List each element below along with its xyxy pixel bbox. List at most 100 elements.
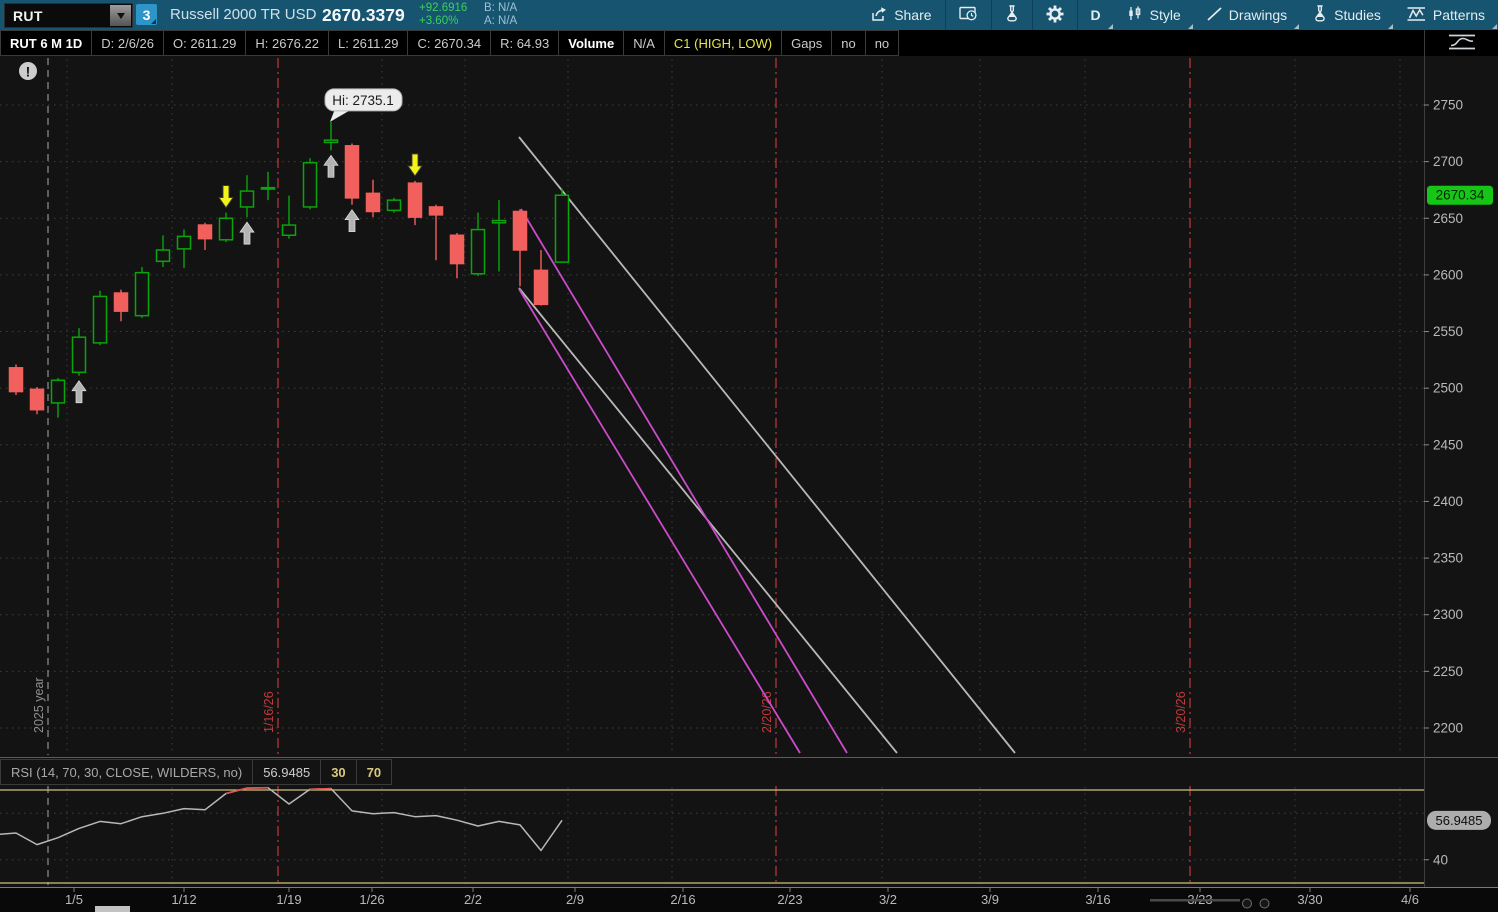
time-tick-label: 2/9 <box>566 892 584 907</box>
trend-arrow-up-icon <box>240 222 254 244</box>
drawings-label: Drawings <box>1229 7 1287 23</box>
candle[interactable] <box>556 195 569 262</box>
patterns-button[interactable]: Patterns <box>1394 0 1498 30</box>
price-change: +92.6916 +3.60% <box>419 2 467 28</box>
drawing-line-icon <box>1207 7 1222 24</box>
candle[interactable] <box>472 230 485 274</box>
trend-arrow-down-icon <box>408 154 422 176</box>
price-tick-label: 2350 <box>1433 551 1463 566</box>
bid-ask: B: N/A A: N/A <box>484 2 517 28</box>
settings-gear-button[interactable] <box>1033 0 1077 30</box>
candle[interactable] <box>31 389 44 409</box>
symbol-input[interactable]: RUT <box>4 3 133 28</box>
studies-button[interactable]: Studies <box>1300 0 1394 30</box>
volume-value: N/A <box>623 30 665 56</box>
gaps-toggle[interactable]: Gaps <box>781 30 832 56</box>
rsi-line[interactable] <box>0 788 562 851</box>
candle[interactable] <box>241 191 254 207</box>
candle[interactable] <box>535 270 548 304</box>
candle[interactable] <box>367 193 380 211</box>
ohlc-high: H: 2676.22 <box>245 30 329 56</box>
candle[interactable] <box>304 163 317 207</box>
bid-value: B: N/A <box>484 2 517 15</box>
candle[interactable] <box>409 183 422 217</box>
time-tick-label: 3/30 <box>1297 892 1322 907</box>
rsi-oversold-level[interactable]: 30 <box>320 759 356 785</box>
rsi-value-badge-text: 56.9485 <box>1436 813 1483 828</box>
event-line-label: 2025 year <box>32 677 46 733</box>
compare-c1-toggle[interactable]: C1 (HIGH, LOW) <box>664 30 782 56</box>
symbol-value: RUT <box>5 8 109 24</box>
trendline-drawing[interactable] <box>519 137 1015 753</box>
time-tick-label: 3/16 <box>1085 892 1110 907</box>
gaps-option-2[interactable]: no <box>865 30 899 56</box>
candle[interactable] <box>493 221 506 223</box>
candle[interactable] <box>514 211 527 250</box>
style-label: Style <box>1150 7 1181 23</box>
candle[interactable] <box>220 218 233 240</box>
price-tick-label: 2600 <box>1433 267 1463 282</box>
patterns-icon <box>1407 6 1426 25</box>
gear-icon <box>1046 5 1064 26</box>
trend-arrow-up-icon <box>72 381 86 403</box>
analyze-flask-button[interactable] <box>992 0 1032 30</box>
candle[interactable] <box>262 188 275 189</box>
candle[interactable] <box>94 296 107 342</box>
rsi-current-value: 56.9485 <box>252 759 321 785</box>
ohlc-range: R: 64.93 <box>490 30 559 56</box>
price-tick-label: 2750 <box>1433 98 1463 113</box>
rsi-study-settings[interactable]: RSI (14, 70, 30, CLOSE, WILDERS, no) <box>0 759 253 785</box>
time-tick-label: 4/6 <box>1401 892 1419 907</box>
ondemand-button[interactable] <box>946 0 991 30</box>
rsi-overbought-level[interactable]: 70 <box>356 759 392 785</box>
symbol-description: Russell 2000 TR USD <box>170 0 316 30</box>
time-tick-label: 2/2 <box>464 892 482 907</box>
candle[interactable] <box>52 380 65 403</box>
scroll-button[interactable] <box>1243 899 1252 908</box>
linked-group-badge[interactable]: 3 <box>136 4 157 25</box>
volume-toggle[interactable]: Volume <box>558 30 624 56</box>
chevron-down-icon <box>117 13 125 19</box>
time-tick-label: 1/5 <box>65 892 83 907</box>
candle[interactable] <box>283 225 296 235</box>
price-tick-label: 2450 <box>1433 437 1463 452</box>
time-tick-label: 2/23 <box>777 892 802 907</box>
candlestick-style-icon <box>1127 6 1143 24</box>
timeframe-button[interactable]: D <box>1078 0 1114 30</box>
change-value: +92.6916 <box>419 2 467 15</box>
candle[interactable] <box>73 337 86 372</box>
fit-studies-button[interactable] <box>1424 30 1498 56</box>
share-button[interactable]: Share <box>857 0 944 30</box>
candle[interactable] <box>451 235 464 263</box>
time-tick-label: 1/19 <box>276 892 301 907</box>
candle[interactable] <box>388 200 401 210</box>
gaps-option-1[interactable]: no <box>831 30 865 56</box>
event-line-label: 3/20/26 <box>1174 691 1188 733</box>
time-tick-label: 3/9 <box>981 892 999 907</box>
candle[interactable] <box>430 207 443 215</box>
trendline-drawing[interactable] <box>519 289 800 753</box>
price-tick-label: 2250 <box>1433 664 1463 679</box>
trend-arrow-up-icon <box>324 155 338 177</box>
ohlc-low: L: 2611.29 <box>328 30 408 56</box>
candle[interactable] <box>157 250 170 261</box>
rsi-tick-label: 40 <box>1433 852 1448 867</box>
symbol-dropdown-button[interactable] <box>110 5 131 26</box>
warning-icon-glyph: ! <box>26 64 31 80</box>
timeframe-label: D <box>1091 7 1101 23</box>
change-percent: +3.60% <box>419 15 467 28</box>
candle[interactable] <box>10 368 23 392</box>
drawings-button[interactable]: Drawings <box>1194 0 1300 30</box>
candle[interactable] <box>115 293 128 311</box>
event-line-label: 1/16/26 <box>262 691 276 733</box>
candle[interactable] <box>136 273 149 316</box>
scroll-button[interactable] <box>1260 899 1269 908</box>
candle[interactable] <box>199 225 212 239</box>
candle[interactable] <box>346 146 359 198</box>
ask-value: A: N/A <box>484 15 517 28</box>
price-tick-label: 2400 <box>1433 494 1463 509</box>
scrollbar-thumb[interactable] <box>95 906 130 912</box>
candle[interactable] <box>178 236 191 248</box>
style-button[interactable]: Style <box>1114 0 1194 30</box>
candle[interactable] <box>325 140 338 142</box>
